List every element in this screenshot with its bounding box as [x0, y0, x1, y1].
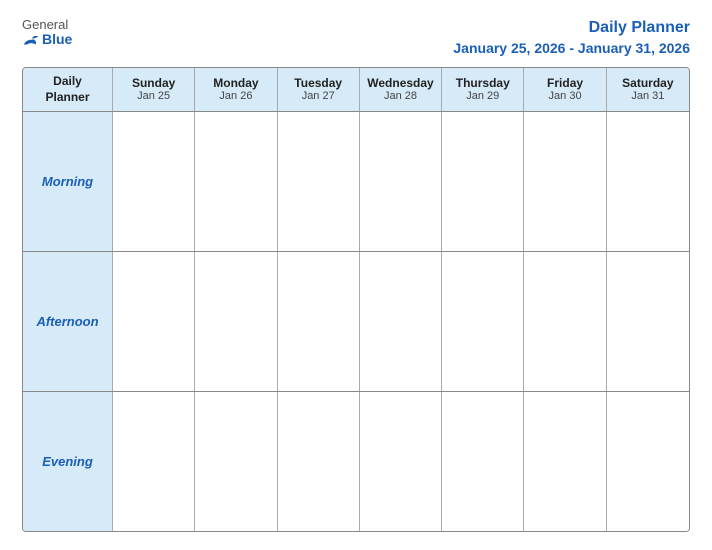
afternoon-sat[interactable] — [607, 252, 689, 391]
header-col0-line2: Planner — [45, 90, 89, 106]
header: General Blue Daily Planner January 25, 2… — [22, 18, 690, 57]
logo-blue-text: Blue — [22, 32, 72, 47]
morning-sun[interactable] — [113, 112, 195, 251]
header-day-5-name: Friday — [547, 76, 583, 90]
planner-date-range: January 25, 2026 - January 31, 2026 — [453, 39, 690, 57]
morning-sat[interactable] — [607, 112, 689, 251]
header-day-3: Wednesday Jan 28 — [360, 68, 442, 111]
header-day-2-date: Jan 27 — [302, 90, 335, 103]
header-label-cell: Daily Planner — [23, 68, 113, 111]
header-day-3-date: Jan 28 — [384, 90, 417, 103]
calendar-header-row: Daily Planner Sunday Jan 25 Monday Jan 2… — [23, 68, 689, 112]
title-area: Daily Planner January 25, 2026 - January… — [453, 18, 690, 57]
header-day-3-name: Wednesday — [367, 76, 433, 90]
logo-area: General Blue — [22, 18, 72, 48]
morning-row: Morning — [23, 112, 689, 252]
morning-label-cell: Morning — [23, 112, 113, 251]
afternoon-tue[interactable] — [278, 252, 360, 391]
header-day-2: Tuesday Jan 27 — [278, 68, 360, 111]
evening-wed[interactable] — [360, 392, 442, 531]
planner-title: Daily Planner — [453, 18, 690, 39]
calendar-body: Morning Afternoon — [23, 112, 689, 531]
afternoon-row: Afternoon — [23, 252, 689, 392]
evening-thu[interactable] — [442, 392, 524, 531]
header-day-5: Friday Jan 30 — [524, 68, 606, 111]
header-day-0: Sunday Jan 25 — [113, 68, 195, 111]
afternoon-fri[interactable] — [524, 252, 606, 391]
morning-label: Morning — [42, 174, 93, 189]
afternoon-label: Afternoon — [36, 314, 98, 329]
header-day-1-date: Jan 26 — [219, 90, 252, 103]
evening-sun[interactable] — [113, 392, 195, 531]
calendar: Daily Planner Sunday Jan 25 Monday Jan 2… — [22, 67, 690, 532]
morning-fri[interactable] — [524, 112, 606, 251]
logo-general-text: General — [22, 18, 68, 32]
header-col0-line1: Daily — [53, 74, 82, 90]
afternoon-wed[interactable] — [360, 252, 442, 391]
header-day-1-name: Monday — [213, 76, 258, 90]
evening-tue[interactable] — [278, 392, 360, 531]
header-day-0-name: Sunday — [132, 76, 175, 90]
evening-mon[interactable] — [195, 392, 277, 531]
header-day-4: Thursday Jan 29 — [442, 68, 524, 111]
afternoon-label-cell: Afternoon — [23, 252, 113, 391]
header-day-6-date: Jan 31 — [631, 90, 664, 103]
morning-mon[interactable] — [195, 112, 277, 251]
evening-label-cell: Evening — [23, 392, 113, 531]
header-day-2-name: Tuesday — [294, 76, 342, 90]
evening-fri[interactable] — [524, 392, 606, 531]
afternoon-thu[interactable] — [442, 252, 524, 391]
page: General Blue Daily Planner January 25, 2… — [0, 0, 712, 550]
header-day-4-name: Thursday — [456, 76, 510, 90]
logo-bird-icon — [22, 33, 40, 47]
evening-sat[interactable] — [607, 392, 689, 531]
morning-wed[interactable] — [360, 112, 442, 251]
evening-label: Evening — [42, 454, 93, 469]
morning-thu[interactable] — [442, 112, 524, 251]
header-day-0-date: Jan 25 — [137, 90, 170, 103]
afternoon-sun[interactable] — [113, 252, 195, 391]
header-day-4-date: Jan 29 — [466, 90, 499, 103]
header-day-6-name: Saturday — [622, 76, 673, 90]
header-day-5-date: Jan 30 — [549, 90, 582, 103]
header-day-6: Saturday Jan 31 — [607, 68, 689, 111]
afternoon-mon[interactable] — [195, 252, 277, 391]
morning-tue[interactable] — [278, 112, 360, 251]
header-day-1: Monday Jan 26 — [195, 68, 277, 111]
evening-row: Evening — [23, 392, 689, 531]
